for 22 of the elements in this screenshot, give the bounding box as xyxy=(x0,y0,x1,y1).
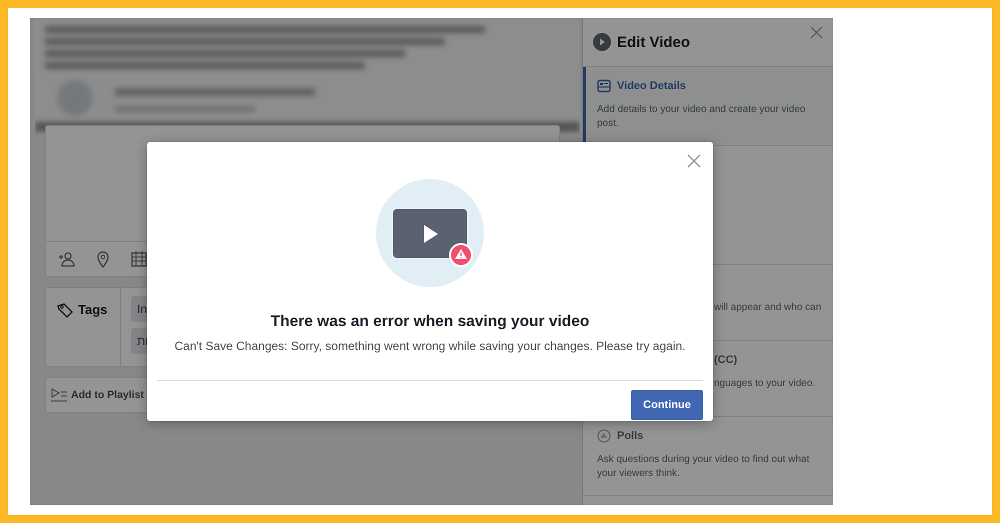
section-title: Polls xyxy=(617,430,644,442)
tags-label: Tags xyxy=(78,302,108,317)
calendar-icon[interactable] xyxy=(130,250,148,268)
continue-button[interactable]: Continue xyxy=(631,390,703,420)
section-title: (CC) xyxy=(714,354,738,366)
dialog-message: Can't Save Changes: Sorry, something went wrong while saving your changes. Please try again. xyxy=(174,339,686,353)
close-icon[interactable] xyxy=(687,154,701,168)
section-description: Add details to your video and create your video post. xyxy=(597,103,806,131)
section-description: will appear and who can xyxy=(714,301,822,315)
section-description: nguages to your video. xyxy=(714,377,816,391)
close-icon[interactable] xyxy=(810,26,823,39)
tag-person-icon[interactable] xyxy=(58,250,76,268)
play-icon xyxy=(593,33,611,51)
section-title: Video Details xyxy=(617,80,686,92)
window-icon xyxy=(597,79,611,93)
playlist-icon xyxy=(50,386,68,404)
tag-icon xyxy=(56,302,74,320)
panel-section[interactable]: Video Details Add details to your video and create your video post. xyxy=(583,67,833,146)
section-description: Ask questions during your video to find out what your viewers think. xyxy=(597,453,810,481)
poll-icon xyxy=(597,429,611,443)
dialog-title: There was an error when saving your video xyxy=(270,313,590,331)
panel-title: Edit Video xyxy=(617,34,690,50)
